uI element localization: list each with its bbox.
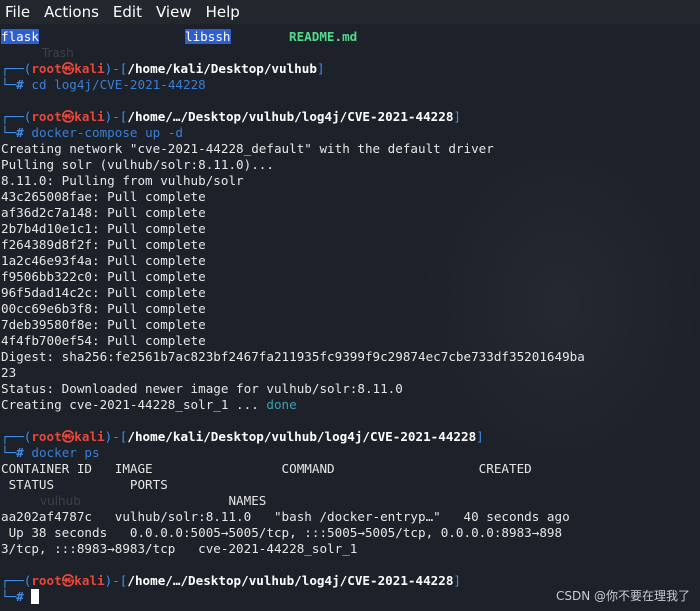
menu-edit[interactable]: Edit [106,0,149,24]
menu-view[interactable]: View [149,0,199,24]
prompt-path: /home/kali/Desktop/vulhub/log4j/CVE-2021… [127,429,477,444]
menu-actions[interactable]: Actions [37,0,106,24]
output-line: NAMES [1,493,267,508]
output-line: 3/tcp, :::8983→8983/tcp cve-2021-44228_s… [1,541,358,556]
menu-help[interactable]: Help [199,0,247,24]
prompt-line: ┌──(root㉿kali)-[/home/…/Desktop/vulhub/l… [1,109,461,124]
output-line: f264389d8f2f: Pull complete [1,237,206,252]
terminal-output[interactable]: Trash vulhub flask libssh README.md ┌──(… [0,24,700,611]
prompt-line: ┌──(root㉿kali)-[/home/kali/Desktop/vulhu… [1,429,484,444]
output-line: 1a2c46e93f4a: Pull complete [1,253,206,268]
output-line: 4f4fb700ef54: Pull complete [1,333,206,348]
output-line: 7deb39580f8e: Pull complete [1,317,206,332]
watermark: CSDN @你不要在理我了 [555,589,690,603]
output-line: 43c265008fae: Pull complete [1,189,206,204]
dir-flask: flask [1,29,39,44]
menu-bar: File Actions Edit View Help [0,0,700,24]
menu-file[interactable]: File [0,0,37,24]
command-line: └─# cd log4j/CVE-2021-44228 [1,77,206,92]
output-line: Up 38 seconds 0.0.0.0:5005→5005/tcp, :::… [1,525,563,540]
output-line: Creating network "cve-2021-44228_default… [1,141,494,156]
output-line: STATUS PORTS [1,477,168,492]
done-status: done [266,397,297,412]
output-line: CONTAINER ID IMAGE COMMAND CREATED [1,461,532,476]
output-line: 96f5dad14c2c: Pull complete [1,285,206,300]
output-line: 2b7b4d10e1c1: Pull complete [1,221,206,236]
output-line: 8.11.0: Pulling from vulhub/solr [1,173,244,188]
output-line: f9506bb322c0: Pull complete [1,269,206,284]
command-line: └─# docker ps [1,445,100,460]
prompt-path: /home/…/Desktop/vulhub/log4j/CVE-2021-44… [127,573,454,588]
dir-libssh: libssh [185,29,231,44]
command-line[interactable]: └─# [1,589,40,605]
file-readme: README.md [289,29,358,44]
output-line: Pulling solr (vulhub/solr:8.11.0)... [1,157,274,172]
output-line: Digest: sha256:fe2561b7ac823bf2467fa2119… [1,349,585,364]
ls-output: flask [1,29,39,45]
prompt-path: /home/kali/Desktop/vulhub [127,61,317,76]
output-line: Status: Downloaded newer image for vulhu… [1,381,403,396]
output-line: 23 [1,365,17,380]
prompt-line: ┌──(root㉿kali)-[/home/kali/Desktop/vulhu… [1,61,325,76]
command-line: └─# docker-compose up -d [1,125,184,140]
text-cursor [31,589,40,604]
output-line: aa202af4787c vulhub/solr:8.11.0 "bash /d… [1,509,570,524]
prompt-line: ┌──(root㉿kali)-[/home/…/Desktop/vulhub/l… [1,573,461,588]
output-line: 00cc69e6b3f8: Pull complete [1,301,206,316]
prompt-path: /home/…/Desktop/vulhub/log4j/CVE-2021-44… [127,109,454,124]
command-text: docker ps [31,445,100,460]
output-line: Creating cve-2021-44228_solr_1 ... done [1,397,297,412]
command-text: cd log4j/CVE-2021-44228 [31,77,206,92]
output-line: af36d2c7a148: Pull complete [1,205,206,220]
command-text: docker-compose [31,125,138,140]
desktop-trash-label: Trash [42,46,74,60]
